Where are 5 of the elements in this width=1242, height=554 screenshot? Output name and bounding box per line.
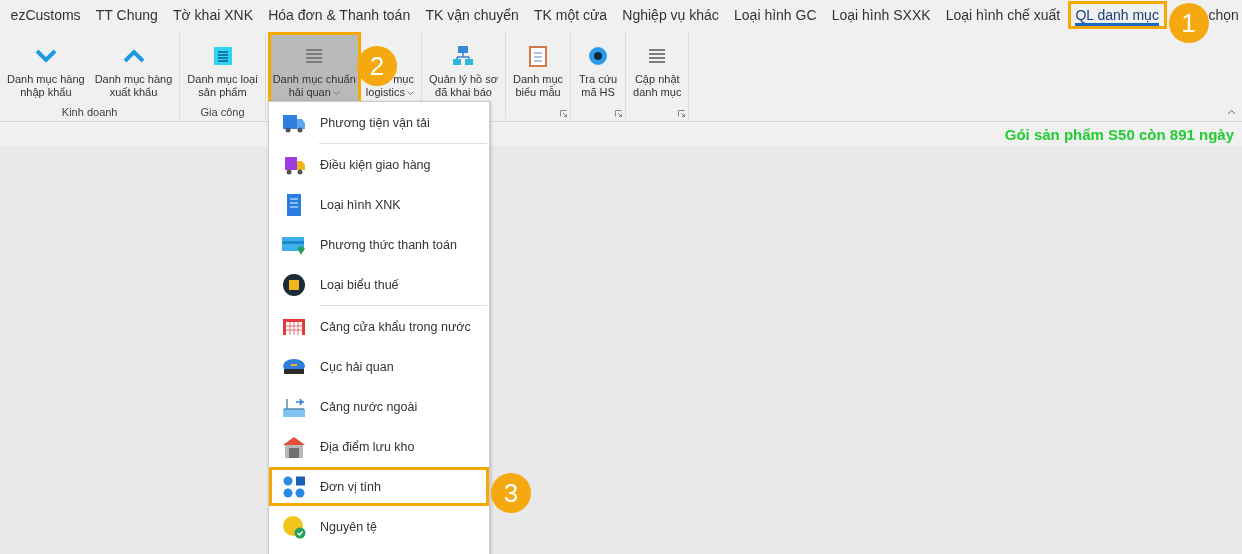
group-label: Gia công [200, 105, 245, 118]
group-label: Kinh doanh [61, 105, 118, 118]
step-badge: 3 [491, 473, 531, 513]
status-text: Gói sản phẩm S50 còn 891 ngày [1004, 125, 1234, 143]
step-badge: 1 [1168, 3, 1209, 43]
